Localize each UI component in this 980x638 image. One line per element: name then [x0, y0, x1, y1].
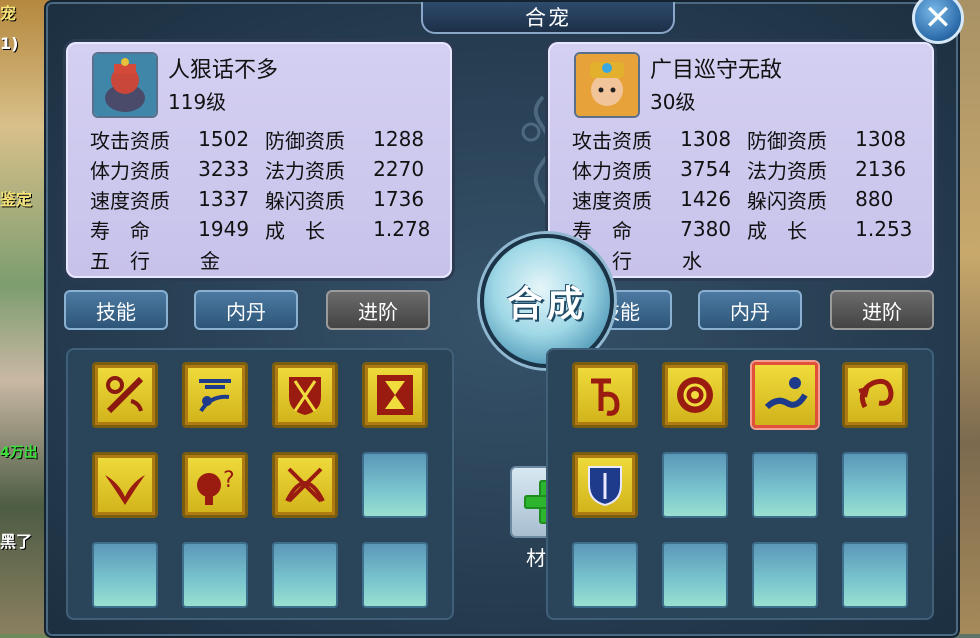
svg-text:?: ?	[223, 468, 235, 493]
empty-skill-slot[interactable]	[572, 542, 638, 608]
stat-label: 防御资质	[747, 128, 827, 153]
stat-value: 2136	[855, 157, 907, 181]
empty-skill-slot[interactable]	[182, 542, 248, 608]
bg-text-4: 4万出	[0, 445, 38, 461]
empty-skill-slot[interactable]	[752, 452, 818, 518]
stat-label: 体力资质	[572, 158, 652, 183]
stat-value: 7380	[680, 217, 732, 241]
stat-row: 体力资质 3754 法力资质 2136	[572, 154, 922, 184]
left-tab-skills[interactable]: 技能	[64, 290, 168, 330]
stat-label: 寿 命	[572, 218, 632, 243]
wind-skill-icon[interactable]	[182, 362, 248, 428]
empty-skill-slot[interactable]	[842, 452, 908, 518]
stat-label: 躲闪资质	[747, 188, 827, 213]
stat-value: 1337	[198, 187, 250, 211]
close-icon: ✕	[923, 0, 953, 38]
empty-skill-slot[interactable]	[362, 542, 428, 608]
left-pet-info-panel: 人狠话不多 119级 攻击资质 1502 防御资质 1288 体力资质 3233…	[66, 42, 452, 278]
eagle-skill-icon[interactable]	[92, 452, 158, 518]
stat-label: 五 行	[90, 248, 150, 273]
empty-skill-slot[interactable]	[272, 542, 338, 608]
right-pet-name: 广目巡守无敌	[650, 58, 783, 83]
pet-portrait-icon	[94, 54, 156, 116]
stat-value: 1308	[680, 127, 732, 151]
stat-value: 1736	[373, 187, 425, 211]
stat-value: 1949	[198, 217, 250, 241]
right-pet-stats: 攻击资质 1308 防御资质 1308 体力资质 3754 法力资质 2136 …	[572, 124, 922, 274]
left-skill-grid: ?	[66, 348, 454, 620]
pet-fusion-window: 合宠 人狠话不多 119级 攻击资质 1502 防御资质 1288 体力资质 3…	[44, 0, 960, 638]
stat-label: 攻击资质	[572, 128, 652, 153]
stat-value: 1426	[680, 187, 732, 211]
mandala-skill-icon[interactable]	[662, 362, 728, 428]
spiral-skill-icon[interactable]	[842, 362, 908, 428]
right-pet-avatar[interactable]	[574, 52, 640, 118]
stat-label: 成 长	[265, 218, 325, 243]
empty-skill-slot[interactable]	[752, 542, 818, 608]
right-tab-advance[interactable]: 进阶	[830, 290, 934, 330]
stat-row: 寿 命 7380 成 长 1.253	[572, 214, 922, 244]
rune-skill-icon[interactable]	[572, 362, 638, 428]
stat-value: 1288	[373, 127, 425, 151]
stat-label: 速度资质	[572, 188, 652, 213]
stat-row: 攻击资质 1308 防御资质 1308	[572, 124, 922, 154]
left-pet-level: 119级	[168, 90, 227, 114]
empty-skill-slot[interactable]	[662, 542, 728, 608]
empty-skill-slot[interactable]	[662, 452, 728, 518]
stat-value: 1308	[855, 127, 907, 151]
left-tab-inner-core[interactable]: 内丹	[194, 290, 298, 330]
right-pet-info-panel: 广目巡守无敌 30级 攻击资质 1308 防御资质 1308 体力资质 3754…	[548, 42, 934, 278]
shield-sword-skill-icon[interactable]	[272, 362, 338, 428]
stat-row: 体力资质 3233 法力资质 2270	[90, 154, 440, 184]
blue-shield-skill-icon[interactable]	[572, 452, 638, 518]
stat-value: 1.253	[855, 217, 913, 241]
crossed-blades-skill-icon[interactable]	[272, 452, 338, 518]
stat-label: 成 长	[747, 218, 807, 243]
stat-label: 体力资质	[90, 158, 170, 183]
stat-label: 寿 命	[90, 218, 150, 243]
stat-label: 法力资质	[265, 158, 345, 183]
stat-label: 躲闪资质	[265, 188, 345, 213]
empty-skill-slot[interactable]	[362, 452, 428, 518]
dragon-skill-icon[interactable]	[752, 362, 818, 428]
stat-label: 攻击资质	[90, 128, 170, 153]
left-pet-stats: 攻击资质 1502 防御资质 1288 体力资质 3233 法力资质 2270 …	[90, 124, 440, 274]
stat-value: 1502	[198, 127, 250, 151]
stat-value: 3233	[198, 157, 250, 181]
stat-value: 水	[682, 248, 702, 273]
bg-text-1: 宠	[0, 4, 17, 23]
stat-row: 攻击资质 1502 防御资质 1288	[90, 124, 440, 154]
bg-text-2: 1)	[0, 34, 19, 53]
right-pet-level: 30级	[650, 90, 696, 114]
right-skill-grid	[546, 348, 934, 620]
staff-skill-icon[interactable]	[92, 362, 158, 428]
stat-value: 金	[200, 248, 220, 273]
empty-skill-slot[interactable]	[842, 542, 908, 608]
left-pet-name: 人狠话不多	[168, 58, 279, 83]
stat-label: 防御资质	[265, 128, 345, 153]
right-tab-inner-core[interactable]: 内丹	[698, 290, 802, 330]
stat-row: 速度资质 1426 躲闪资质 880	[572, 184, 922, 214]
stat-label: 速度资质	[90, 188, 170, 213]
left-tab-advance[interactable]: 进阶	[326, 290, 430, 330]
bg-text-3: 鉴定	[0, 190, 33, 209]
left-pet-avatar[interactable]	[92, 52, 158, 118]
stat-row: 寿 命 1949 成 长 1.278	[90, 214, 440, 244]
stat-row: 五 行 金	[90, 244, 440, 274]
stat-label: 法力资质	[747, 158, 827, 183]
stat-value: 1.278	[373, 217, 431, 241]
stat-value: 3754	[680, 157, 732, 181]
stat-value: 2270	[373, 157, 425, 181]
hourglass-skill-icon[interactable]	[362, 362, 428, 428]
empty-skill-slot[interactable]	[92, 542, 158, 608]
bg-text-5: 黑了	[0, 532, 33, 551]
stat-row: 速度资质 1337 躲闪资质 1736	[90, 184, 440, 214]
window-title: 合宠	[421, 2, 675, 34]
pet-portrait-icon	[576, 54, 638, 116]
stat-row: 五 行 水	[572, 244, 922, 274]
question-skill-icon[interactable]: ?	[182, 452, 248, 518]
stat-value: 880	[855, 187, 894, 211]
